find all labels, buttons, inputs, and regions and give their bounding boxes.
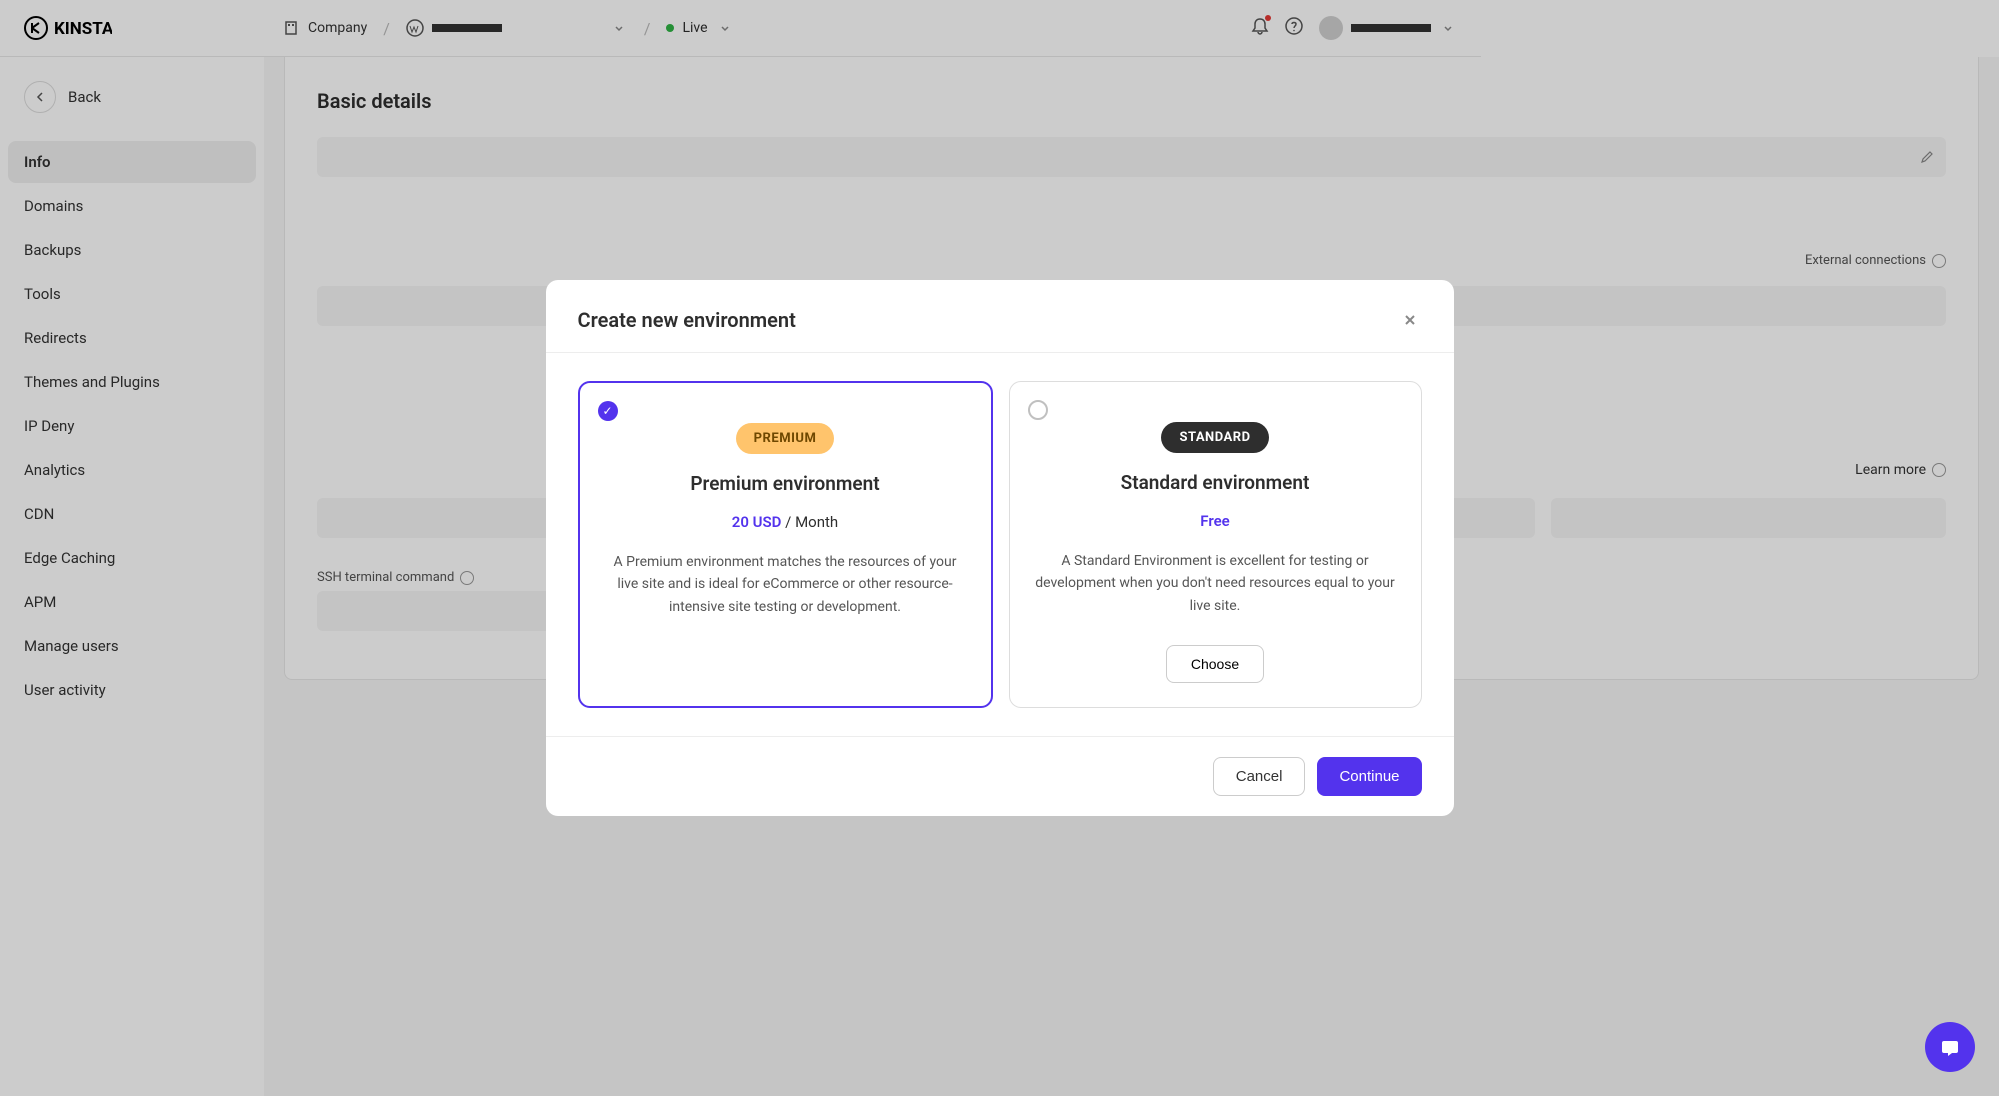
- standard-price: Free: [1034, 512, 1397, 530]
- premium-description: A Premium environment matches the resour…: [604, 551, 967, 618]
- close-button[interactable]: [1398, 308, 1422, 332]
- premium-title: Premium environment: [604, 472, 967, 495]
- chat-icon: [1938, 1035, 1962, 1059]
- choose-button[interactable]: Choose: [1166, 645, 1264, 683]
- premium-price: 20 USD / Month: [604, 513, 967, 531]
- premium-badge: PREMIUM: [736, 423, 835, 454]
- close-icon: [1402, 312, 1418, 328]
- chat-widget-button[interactable]: [1925, 1022, 1975, 1072]
- standard-description: A Standard Environment is excellent for …: [1034, 550, 1397, 617]
- modal-title: Create new environment: [578, 308, 796, 332]
- radio-unchecked-icon: [1028, 400, 1048, 420]
- radio-checked-icon: ✓: [598, 401, 618, 421]
- premium-option-card[interactable]: ✓ PREMIUM Premium environment 20 USD / M…: [578, 381, 993, 708]
- standard-badge: STANDARD: [1161, 422, 1268, 453]
- cancel-button[interactable]: Cancel: [1213, 757, 1306, 796]
- checkmark-icon: ✓: [602, 404, 612, 418]
- modal-overlay: Create new environment ✓ PREMIUM Premium…: [0, 0, 1999, 1096]
- standard-title: Standard environment: [1034, 471, 1397, 494]
- continue-button[interactable]: Continue: [1317, 757, 1421, 796]
- create-environment-modal: Create new environment ✓ PREMIUM Premium…: [546, 280, 1454, 816]
- standard-option-card[interactable]: STANDARD Standard environment Free A Sta…: [1009, 381, 1422, 708]
